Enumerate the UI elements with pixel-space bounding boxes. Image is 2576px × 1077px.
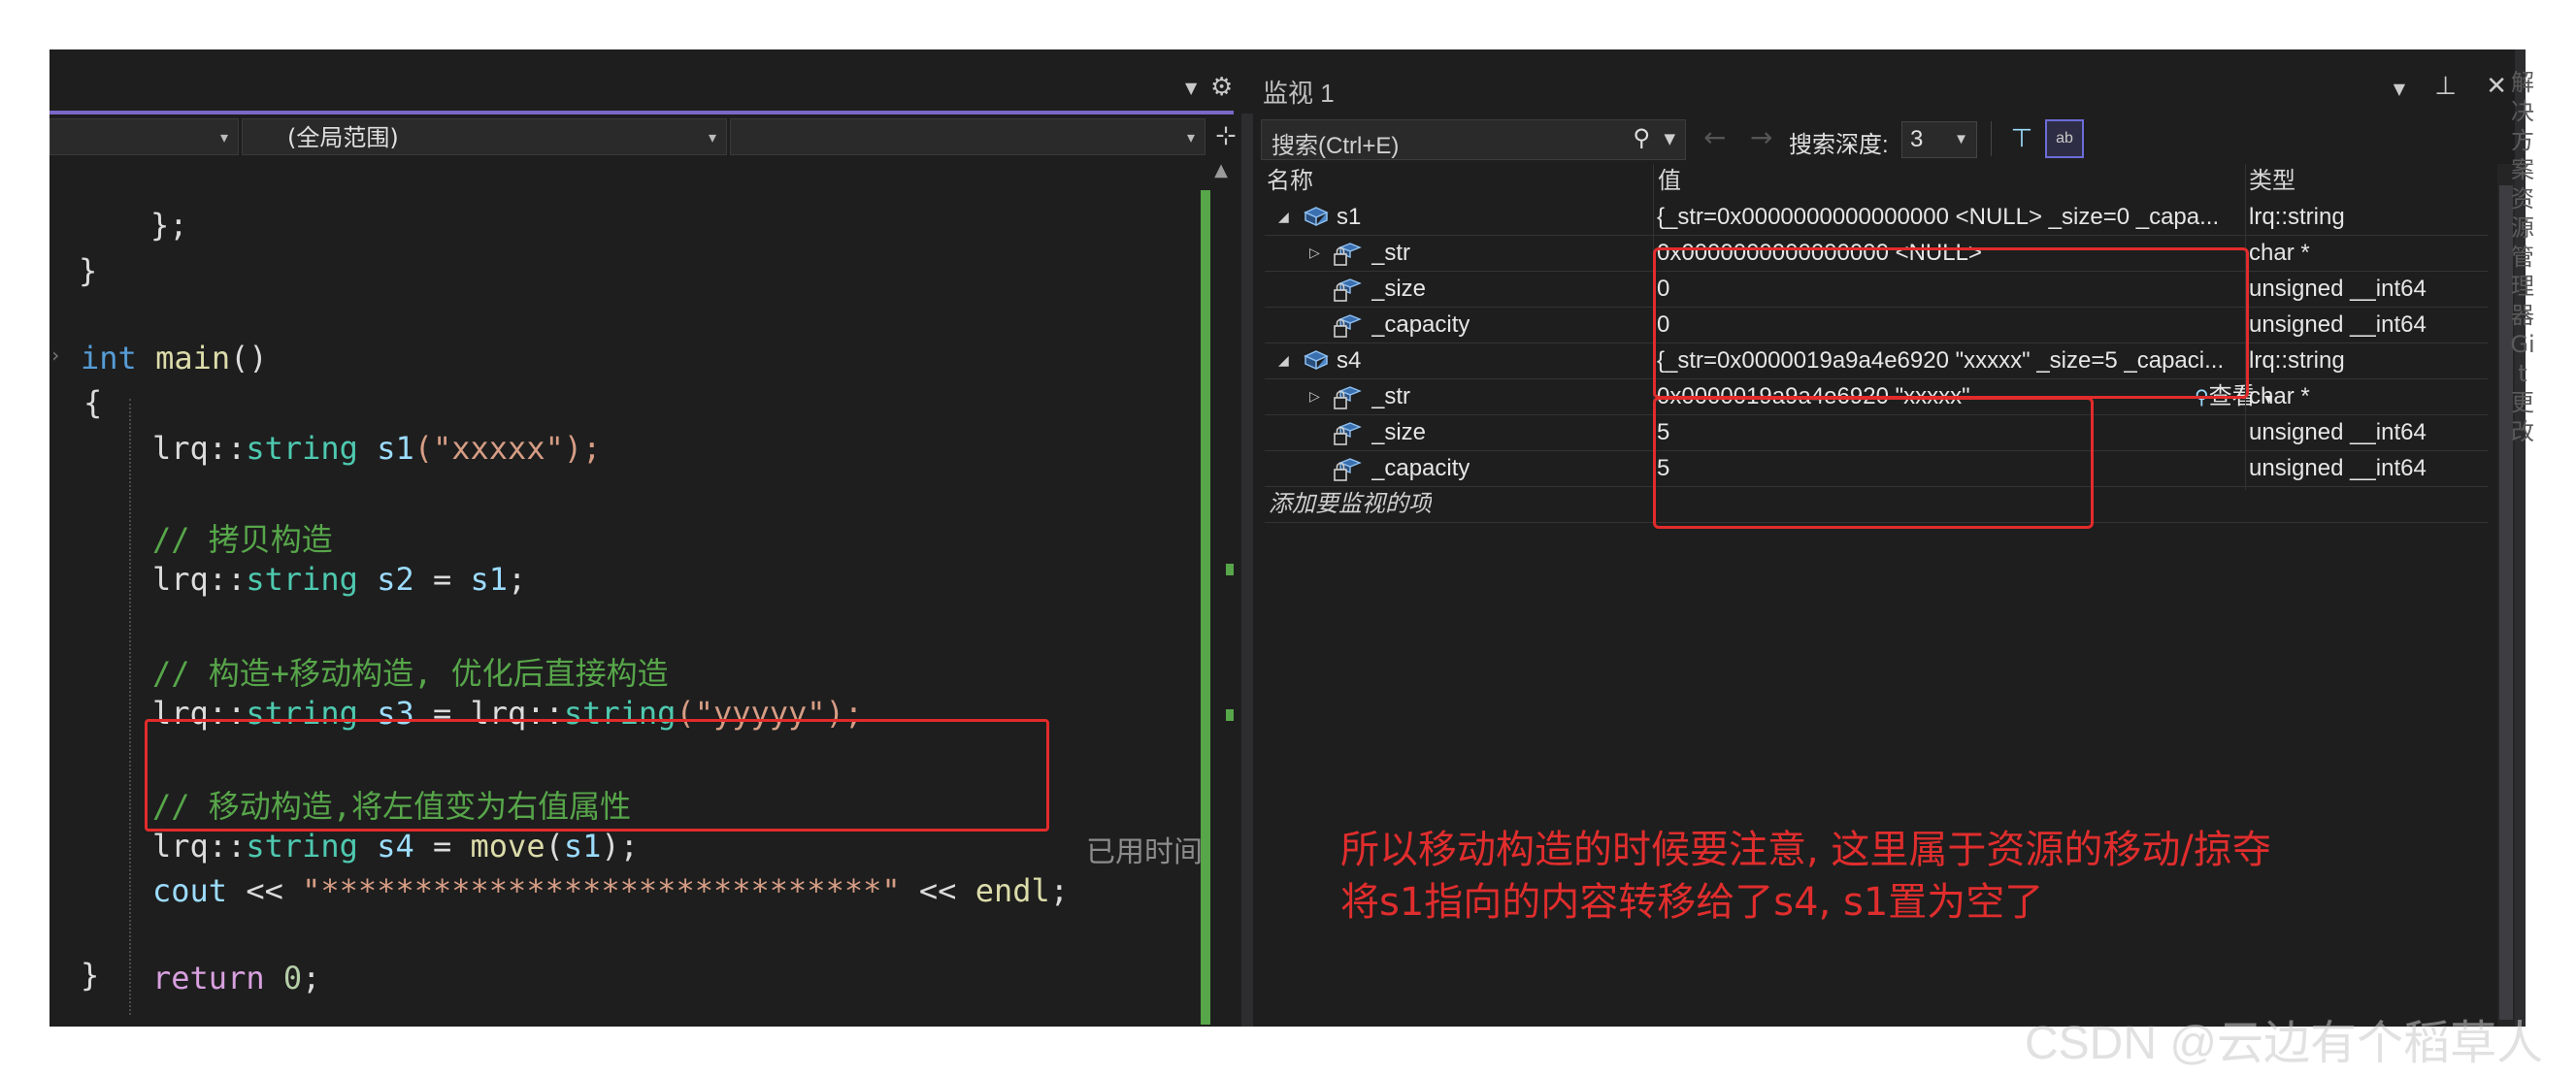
watch-type: char * [2249, 383, 2310, 409]
change-tracking-bar [1201, 190, 1210, 1025]
column-header-value[interactable]: 值 [1658, 164, 1681, 199]
private-field-icon [1334, 278, 1362, 302]
expand-arrow-icon[interactable]: ▷ [1309, 235, 1320, 271]
watch-name: _capacity [1371, 311, 1470, 338]
chevron-down-icon: ▾ [708, 128, 716, 147]
split-editor-icon[interactable]: ⊹ [1208, 118, 1243, 155]
watch-name: _str [1371, 240, 1411, 266]
highlight-box [145, 719, 1049, 832]
indent-guide [129, 399, 131, 1015]
code-line: lrq::string s1("xxxxx"); [152, 430, 602, 467]
window-menu-icon[interactable]: ▼ [2394, 80, 2405, 98]
expand-arrow-icon[interactable]: ▷ [1309, 378, 1320, 414]
watch-name: _capacity [1371, 455, 1470, 481]
scroll-marker [1226, 564, 1234, 575]
scroll-up-icon[interactable]: ▲ [1205, 156, 1238, 185]
chevron-down-icon: ▼ [1954, 131, 1968, 147]
back-arrow-icon[interactable]: ← [1703, 121, 1726, 153]
gear-icon[interactable]: ⚙ [1210, 73, 1233, 102]
close-icon[interactable]: ✕ [2486, 72, 2507, 101]
project-dropdown[interactable]: ▾ [50, 118, 239, 155]
pin-icon[interactable]: ⊥ [2434, 72, 2457, 101]
private-field-icon [1334, 422, 1362, 445]
watch-window: 监视 1 ▼ ⊥ ✕ 搜索(Ctrl+E) ⚲ ▼ ← → 搜索深度: 3 ▼ … [1253, 49, 2515, 1027]
window-controls: ▼ ⊥ ✕ [2372, 72, 2507, 101]
watch-type: unsigned __int64 [2249, 311, 2427, 338]
side-tab-labels[interactable]: 解决方案资源管理器 Git 更改 [2506, 68, 2539, 446]
object-icon [1304, 207, 1329, 227]
watch-type: char * [2249, 240, 2310, 266]
filter-pin-icon[interactable]: ⊤ [2004, 121, 2039, 156]
watch-name: _size [1371, 419, 1427, 445]
editor-top-bar [50, 49, 1253, 114]
watch-name: s1 [1337, 204, 1362, 230]
dropdown-icon[interactable]: ▼ [1185, 79, 1197, 97]
editor-options: ▼ ⚙ [1185, 73, 1253, 108]
chevron-down-icon: ▾ [219, 128, 228, 147]
chevron-down-icon: ▾ [1186, 128, 1195, 147]
search-icon[interactable]: ⚲ [1633, 124, 1650, 151]
active-tab-accent [50, 111, 1234, 114]
code-line: cout << "******************************"… [152, 872, 1070, 909]
watch-toolbar: 搜索(Ctrl+E) ⚲ ▼ ← → 搜索深度: 3 ▼ ⊤ ab [1253, 115, 2515, 162]
watch-type: lrq::string [2249, 204, 2345, 230]
annotation-line: 将s1指向的内容转移给了s4, s1置为空了 [1340, 880, 2044, 925]
search-input[interactable]: 搜索(Ctrl+E) ⚲ ▼ [1261, 119, 1686, 160]
code-line: } [79, 252, 98, 289]
watch-type: unsigned __int64 [2249, 455, 2427, 481]
watch-value[interactable]: {_str=0x0000000000000000 <NULL> _size=0 … [1657, 199, 2239, 235]
private-field-icon [1334, 314, 1362, 338]
watermark: CSDN @云边有个稻草人 [2025, 1018, 2544, 1069]
ide-window: ▼ ⚙ ▾ (全局范围) ▾ ▾ ⊹ }; } › int main() { l… [50, 49, 2526, 1027]
watch-name: s4 [1337, 347, 1362, 374]
watch-type: unsigned __int64 [2249, 419, 2427, 445]
toolbar-divider [1991, 121, 1992, 156]
fold-marker-icon[interactable]: › [50, 343, 61, 367]
collapse-arrow-icon[interactable]: ◢ [1278, 199, 1289, 235]
search-depth-dropdown[interactable]: 3 ▼ [1901, 121, 1977, 158]
code-line: lrq::string s2 = s1; [152, 561, 527, 598]
private-field-icon [1334, 458, 1362, 481]
collapse-arrow-icon[interactable]: ◢ [1278, 343, 1289, 378]
add-watch-placeholder[interactable]: 添加要监视的项 [1269, 486, 1432, 522]
highlight-box-s1 [1653, 247, 2249, 399]
scope-label: (全局范围) [287, 124, 399, 151]
code-line: return 0; [152, 960, 321, 996]
chevron-down-icon[interactable]: ▼ [1664, 130, 1675, 147]
watch-type: unsigned __int64 [2249, 276, 2427, 302]
watch-title: 监视 1 [1263, 79, 1335, 108]
object-icon [1304, 350, 1329, 371]
watch-name: _size [1371, 276, 1427, 302]
watch-type: lrq::string [2249, 347, 2345, 374]
search-placeholder: 搜索(Ctrl+E) [1271, 133, 1400, 159]
watch-row[interactable]: ◢ s1 {_str=0x0000000000000000 <NULL> _si… [1265, 199, 2488, 236]
annotation-line: 所以移动构造的时候要注意, 这里属于资源的移动/掠夺 [1340, 828, 2271, 872]
watch-grid: 名称 值 类型 ◢ s1 {_str=0x0000000000000000 <N… [1265, 164, 2488, 1027]
code-line: { [83, 384, 103, 421]
private-field-icon [1334, 243, 1362, 266]
scope-dropdown[interactable]: (全局范围) ▾ [242, 118, 727, 155]
annotation-text: 所以移动构造的时候要注意, 这里属于资源的移动/掠夺 将s1指向的内容转移给了s… [1340, 824, 2427, 929]
code-line: } [81, 957, 100, 994]
elapsed-time-label: 已用时间 [1086, 836, 1203, 868]
code-comment: // 构造+移动构造, 优化后直接构造 [152, 655, 669, 692]
code-comment: // 拷贝构造 [152, 521, 333, 558]
member-dropdown[interactable]: ▾ [730, 118, 1205, 155]
watch-title-bar: 监视 1 ▼ ⊥ ✕ [1253, 66, 2515, 111]
forward-arrow-icon[interactable]: → [1750, 121, 1772, 153]
private-field-icon [1334, 386, 1362, 409]
code-line: }; [150, 207, 188, 244]
hex-display-toggle[interactable]: ab [2045, 119, 2084, 158]
code-editor: ▼ ⚙ ▾ (全局范围) ▾ ▾ ⊹ }; } › int main() { l… [50, 49, 1253, 1027]
pane-splitter[interactable] [1241, 114, 1253, 1027]
code-area[interactable]: }; } › int main() { lrq::string s1("xxxx… [50, 156, 1200, 1027]
search-depth-label: 搜索深度: [1789, 132, 1889, 158]
column-header-type[interactable]: 类型 [2249, 164, 2295, 199]
column-header-name[interactable]: 名称 [1267, 164, 1313, 199]
code-line: lrq::string s4 = move(s1); [152, 828, 639, 865]
code-line: int main() [81, 340, 268, 376]
highlight-box-s4 [1653, 397, 2094, 529]
watch-name: _str [1371, 383, 1411, 409]
scroll-marker [1226, 709, 1234, 721]
